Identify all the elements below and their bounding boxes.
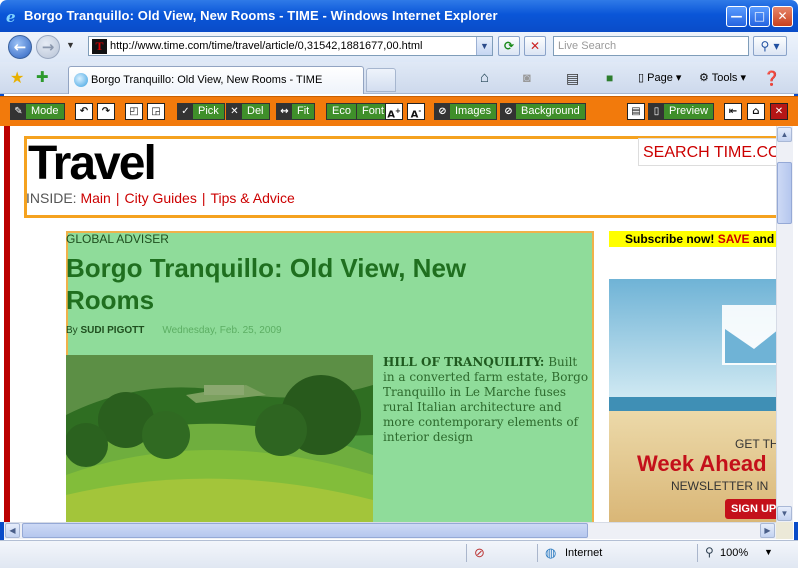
inside-label: INSIDE: xyxy=(26,190,77,206)
zoom-dropdown-icon[interactable]: ▼ xyxy=(764,547,773,557)
scroll-left-icon[interactable]: ◀ xyxy=(5,523,20,538)
forward-button[interactable]: → xyxy=(36,35,60,59)
new-tab-button[interactable] xyxy=(366,68,396,92)
page-loading-icon xyxy=(74,73,88,87)
pdf-button[interactable]: ⇤ xyxy=(724,103,742,120)
newsletter-ad[interactable]: GET TH Week Ahead NEWSLETTER IN SIGN UP xyxy=(609,279,779,524)
photo-caption: HILL OF TRANQUILITY: Built in a converte… xyxy=(383,355,591,445)
document-icon: ▯ xyxy=(649,104,664,119)
popup-blocker-icon[interactable]: ⊘ xyxy=(474,545,485,561)
stop-button[interactable]: ✕ xyxy=(524,36,546,56)
nav-tips-advice-link[interactable]: Tips & Advice xyxy=(210,190,294,206)
search-button[interactable]: ⚲ ▾ xyxy=(753,36,787,56)
nav-city-guides-link[interactable]: City Guides xyxy=(124,190,196,206)
status-divider xyxy=(697,544,698,562)
preview-button[interactable]: ▯ Preview xyxy=(648,103,715,120)
status-divider xyxy=(466,544,467,562)
byline: By SUDI PIGOTT Wednesday, Feb. 25, 2009 xyxy=(66,325,282,336)
globe-icon: ◍ xyxy=(545,545,557,560)
inside-nav: INSIDE: Main | City Guides | Tips & Advice xyxy=(26,190,295,206)
horizontal-scroll-thumb[interactable] xyxy=(22,523,588,538)
subscribe-banner[interactable]: Subscribe now! SAVE and m xyxy=(609,231,779,247)
caption-lead: HILL OF TRANQUILITY: xyxy=(383,355,545,369)
background-button[interactable]: ⊘ Background xyxy=(500,103,586,120)
travel-logo[interactable]: Travel xyxy=(28,139,157,189)
expand-button[interactable]: ◰ xyxy=(125,103,143,120)
article-photo xyxy=(66,355,373,530)
status-divider xyxy=(537,544,538,562)
red-page-edge xyxy=(4,126,10,522)
zoom-icon: ⚲ xyxy=(705,545,714,559)
no-background-icon: ⊘ xyxy=(501,104,516,119)
search-input[interactable]: Live Search xyxy=(553,36,749,56)
zoom-level[interactable]: 100% xyxy=(720,547,748,559)
ad-signup-button[interactable]: SIGN UP xyxy=(725,499,779,519)
scroll-right-icon[interactable]: ▶ xyxy=(760,523,775,538)
nav-main-link[interactable]: Main xyxy=(80,190,110,206)
ie-logo-icon: e xyxy=(6,8,16,26)
ad-get-text: GET TH xyxy=(735,437,779,451)
url-text: http://www.time.com/time/travel/article/… xyxy=(110,40,423,52)
eco-font-button[interactable]: Eco Font xyxy=(326,103,390,120)
gear-icon: ⚙ xyxy=(699,72,709,84)
scroll-corner xyxy=(776,522,793,539)
tools-menu[interactable]: ⚙ Tools ▾ xyxy=(699,68,746,88)
page-menu[interactable]: ▯ Page ▾ xyxy=(638,68,681,88)
add-favorite-icon[interactable]: ✚ xyxy=(36,68,49,86)
images-button[interactable]: ⊘ Images xyxy=(434,103,498,120)
pencil-icon: ✎ xyxy=(11,104,26,119)
back-button[interactable]: ← xyxy=(8,35,32,59)
check-icon: ✓ xyxy=(178,104,193,119)
article-kicker: GLOBAL ADVISER xyxy=(66,232,169,246)
delete-button[interactable]: ✕ Del xyxy=(226,103,270,120)
maximize-button[interactable]: □ xyxy=(749,6,770,27)
address-bar[interactable]: T http://www.time.com/time/travel/articl… xyxy=(88,36,493,56)
close-tool-button[interactable]: ✕ xyxy=(770,103,788,120)
shrink-button[interactable]: ◲ xyxy=(147,103,165,120)
vertical-scroll-thumb[interactable] xyxy=(777,162,792,224)
refresh-button[interactable]: ⟳ xyxy=(498,36,520,56)
fit-arrows-icon: ↔ xyxy=(277,104,292,119)
font-larger-button[interactable]: A+ xyxy=(385,103,403,120)
fit-button[interactable]: ↔ Fit xyxy=(276,103,316,120)
site-search-input[interactable]: SEARCH TIME.COM xyxy=(638,138,788,166)
status-bar xyxy=(0,540,798,568)
feeds-icon[interactable]: ◙ xyxy=(523,68,531,88)
help-icon[interactable]: ❓ xyxy=(763,68,780,88)
undo-button[interactable]: ↶ xyxy=(75,103,93,120)
ad-newsletter-text: NEWSLETTER IN xyxy=(671,479,769,493)
scroll-up-icon[interactable]: ▲ xyxy=(777,127,792,142)
window-title: Borgo Tranquillo: Old View, New Rooms - … xyxy=(24,8,498,23)
close-button[interactable]: ✕ xyxy=(772,6,793,27)
print-button[interactable]: ▤ xyxy=(627,103,645,120)
page-menu-label: Page xyxy=(647,72,673,84)
security-zone[interactable]: Internet xyxy=(565,547,602,559)
tab-title: Borgo Tranquillo: Old View, New Rooms - … xyxy=(91,74,323,86)
page-icon: ▯ xyxy=(638,72,645,84)
tools-menu-label: Tools xyxy=(711,72,738,84)
font-smaller-button[interactable]: A- xyxy=(407,103,425,120)
pick-button[interactable]: ✓ Pick xyxy=(177,103,225,120)
no-image-icon: ⊘ xyxy=(435,104,450,119)
title-bar[interactable]: e Borgo Tranquillo: Old View, New Rooms … xyxy=(0,0,798,32)
home-tool-button[interactable]: ⌂ xyxy=(747,103,765,120)
address-dropdown-icon[interactable]: ▼ xyxy=(476,37,492,55)
scroll-down-icon[interactable]: ▼ xyxy=(777,506,792,521)
minimize-button[interactable]: — xyxy=(726,6,747,27)
article-headline: Borgo Tranquillo: Old View, New Rooms xyxy=(66,253,467,315)
printfriendly-icon[interactable]: ■ xyxy=(606,68,613,88)
favorites-star-icon[interactable]: ★ xyxy=(10,68,24,88)
redo-button[interactable]: ↷ xyxy=(97,103,115,120)
mode-button[interactable]: ✎ Mode xyxy=(10,103,65,120)
tab-active[interactable]: Borgo Tranquillo: Old View, New Rooms - … xyxy=(68,66,364,94)
home-icon[interactable]: ⌂ xyxy=(480,68,489,88)
eco-label: Eco xyxy=(327,104,356,119)
author-name[interactable]: SUDI PIGOTT xyxy=(80,325,144,336)
time-favicon-icon: T xyxy=(92,39,107,54)
print-icon[interactable]: ▤ xyxy=(566,68,579,88)
x-icon: ✕ xyxy=(227,104,242,119)
history-dropdown-icon[interactable]: ▼ xyxy=(66,40,75,50)
publish-date: Wednesday, Feb. 25, 2009 xyxy=(162,325,282,336)
ad-week-ahead: Week Ahead xyxy=(637,451,767,476)
